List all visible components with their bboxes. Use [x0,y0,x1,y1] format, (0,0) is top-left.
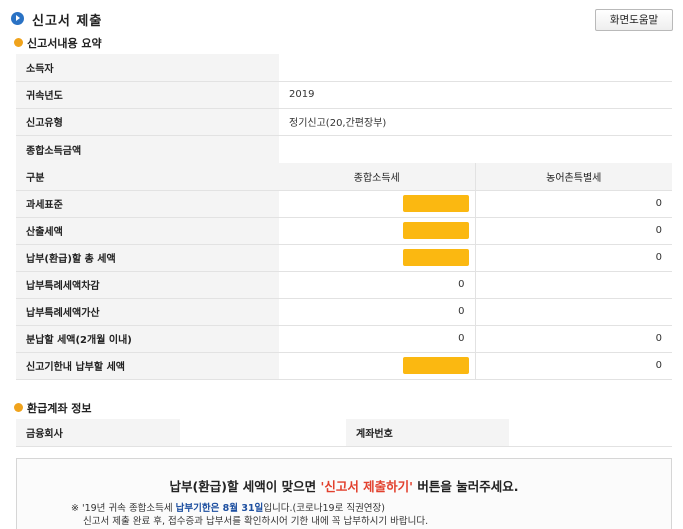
refund-section-title: 환급계좌 정보 [27,402,92,415]
tax-row-label: 과세표준 [16,190,279,218]
col-category-header: 구분 [16,163,279,191]
redaction-bar [402,195,469,212]
submit-instruction: 납부(환급)할 세액이 맞으면 '신고서 제출하기' 버튼을 눌러주세요. [17,476,671,495]
income-tax-value: 0 [279,298,475,326]
taxpayer-label: 소득자 [16,54,279,82]
income-tax-masked-value [279,217,475,245]
tax-row-label: 산출세액 [16,217,279,245]
income-tax-masked-value [279,244,475,272]
rural-tax-value: 0 [474,244,672,272]
income-tax-value: 0 [279,271,475,299]
redaction-bar [402,357,469,374]
orange-bullet-icon [14,38,23,47]
report-type-row: 신고유형 정기신고(20,간편장부) [16,108,672,136]
play-circle-icon [11,12,24,25]
tax-row-label: 분납할 세액(2개월 이내) [16,325,279,353]
tax-summary-table: 구분 종합소득세 농어촌특별세 과세표준 0 산출세액 0 납부(환급)할 총 세액 0 납… [16,163,672,380]
rural-tax-value [474,298,672,326]
tax-row: 신고기한내 납부할 세액 0 [16,352,672,380]
deadline-line-1b: 납부기한은 8월 31일 [175,503,264,514]
tax-row-label: 납부특례세액차감 [16,271,279,299]
rural-tax-value: 0 [474,217,672,245]
instruction-suffix: 버튼을 눌러주세요. [413,479,519,494]
year-row: 귀속년도 2019 [16,81,672,109]
tax-table-header-row: 구분 종합소득세 농어촌특별세 [16,163,672,191]
tax-row: 납부특례세액가산 0 [16,298,672,326]
tax-row-label: 납부(환급)할 총 세액 [16,244,279,272]
total-income-value [279,135,672,164]
col-rural-tax-header: 농어촌특별세 [474,163,672,191]
orange-bullet-icon [14,403,23,412]
tax-row: 분납할 세액(2개월 이내) 0 0 [16,325,672,353]
income-tax-value: 0 [279,325,475,353]
instruction-highlight: '신고서 제출하기' [320,479,414,494]
redaction-bar [402,222,469,239]
summary-section-title: 신고서내용 요약 [27,37,102,50]
taxpayer-row: 소득자 [16,54,672,82]
tax-row: 산출세액 0 [16,217,672,245]
tax-row-label: 납부특례세액가산 [16,298,279,326]
report-type-label: 신고유형 [16,108,279,136]
tax-row: 납부(환급)할 총 세액 0 [16,244,672,272]
tax-row: 과세표준 0 [16,190,672,218]
instruction-prefix: 납부(환급)할 세액이 맞으면 [169,479,321,494]
bank-value [180,419,346,447]
tax-row-label: 신고기한내 납부할 세액 [16,352,279,380]
report-type-value: 정기신고(20,간편장부) [279,108,672,136]
total-income-label: 종합소득금액 [16,135,279,164]
screen-help-button[interactable]: 화면도움말 [595,9,673,31]
deadline-line-2: 신고서 제출 완료 후, 접수증과 납부서를 확인하시어 기한 내에 꼭 납부하… [83,516,429,527]
account-number-value [509,419,672,447]
page-title: 신고서 제출 [32,14,103,29]
redaction-bar [402,249,469,266]
deadline-line-1c: 입니다.(코로나19로 직권연장) [263,503,385,514]
rural-tax-value: 0 [474,190,672,218]
rural-tax-value: 0 [474,325,672,353]
submit-notice-box: 납부(환급)할 세액이 맞으면 '신고서 제출하기' 버튼을 눌러주세요. ※ … [16,458,672,529]
page-header: 신고서 제출 화면도움말 [10,9,673,31]
year-label: 귀속년도 [16,81,279,109]
summary-info-table: 소득자 귀속년도 2019 신고유형 정기신고(20,간편장부) 종합소득금액 [16,54,672,164]
year-value: 2019 [279,81,672,109]
bank-label: 금융회사 [16,419,180,447]
col-income-tax-header: 종합소득세 [279,163,475,191]
rural-tax-value: 0 [474,352,672,380]
tax-rows: 과세표준 0 산출세액 0 납부(환급)할 총 세액 0 납부특례세액차감 0 납부특례세액가산… [16,190,672,380]
income-tax-masked-value [279,190,475,218]
account-number-label: 계좌번호 [346,419,509,447]
deadline-line-1: ※ '19년 귀속 종합소득세 납부기한은 8월 31일입니다.(코로나19로 … [71,502,428,515]
deadline-line-1a: ※ '19년 귀속 종합소득세 [71,503,176,514]
refund-account-row: 금융회사 계좌번호 [16,419,672,447]
deadline-note: ※ '19년 귀속 종합소득세 납부기한은 8월 31일입니다.(코로나19로 … [71,502,428,528]
rural-tax-value [474,271,672,299]
total-income-row: 종합소득금액 [16,135,672,164]
income-tax-masked-value [279,352,475,380]
refund-account-table: 금융회사 계좌번호 [16,419,672,447]
tax-row: 납부특례세액차감 0 [16,271,672,299]
taxpayer-value [279,54,672,82]
